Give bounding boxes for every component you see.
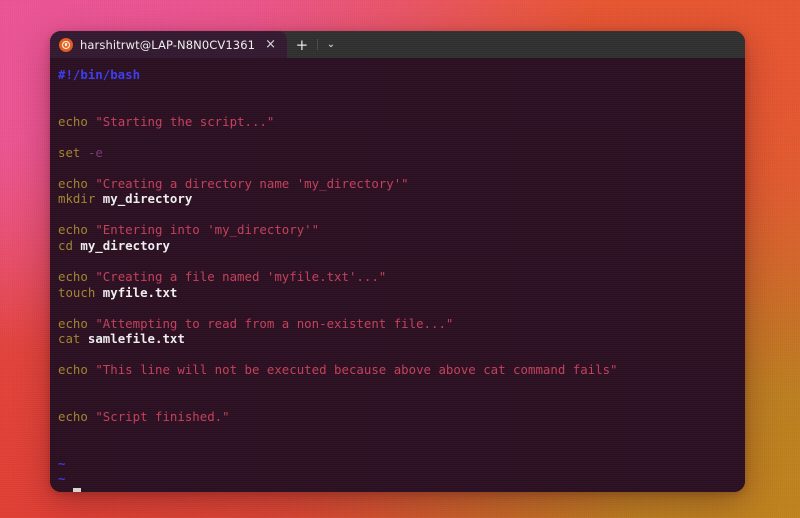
vim-command-line[interactable]: :x xyxy=(58,487,745,492)
code-line: echo "Entering into 'my_directory'" xyxy=(58,222,745,238)
new-tab-icon[interactable]: + xyxy=(287,31,317,58)
code-line: set -e xyxy=(58,145,745,161)
code-line xyxy=(58,425,745,441)
code-token-plain xyxy=(95,285,102,300)
tab-title: harshitrwt@LAP-N8N0CV1361 xyxy=(80,38,255,52)
code-line: cd my_directory xyxy=(58,238,745,254)
code-token-cmd: mkdir xyxy=(58,191,95,206)
code-token-arg: samlefile.txt xyxy=(88,331,185,346)
tilde-icon: ~ xyxy=(58,471,65,486)
code-line: echo "Script finished." xyxy=(58,409,745,425)
code-line: touch myfile.txt xyxy=(58,285,745,301)
vim-command-text: :x xyxy=(58,487,73,492)
code-line xyxy=(58,83,745,99)
code-token-shebang: #!/bin/bash xyxy=(58,67,140,82)
code-line: #!/bin/bash xyxy=(58,67,745,83)
terminal-window: harshitrwt@LAP-N8N0CV1361 × + ⌄ #!/bin/b… xyxy=(50,31,745,492)
tilde-icon: ~ xyxy=(58,456,65,471)
code-token-plain xyxy=(95,191,102,206)
code-line: mkdir my_directory xyxy=(58,191,745,207)
terminal-screen[interactable]: #!/bin/bash echo "Starting the script..."… xyxy=(50,58,745,492)
code-token-plain xyxy=(80,331,87,346)
code-token-flag: -e xyxy=(88,145,103,160)
code-token-builtin: echo xyxy=(58,176,88,191)
code-token-arg: my_directory xyxy=(103,191,193,206)
code-token-cmd: touch xyxy=(58,285,95,300)
code-token-builtin: echo xyxy=(58,114,88,129)
code-token-arg: myfile.txt xyxy=(103,285,178,300)
code-line xyxy=(58,160,745,176)
vim-empty-line-marker: ~ xyxy=(58,471,745,487)
code-token-plain xyxy=(80,145,87,160)
code-token-string: "Attempting to read from a non-existent … xyxy=(95,316,453,331)
code-line xyxy=(58,393,745,409)
terminal-titlebar: harshitrwt@LAP-N8N0CV1361 × + ⌄ xyxy=(50,31,745,58)
code-token-builtin: echo xyxy=(58,269,88,284)
code-line xyxy=(58,129,745,145)
code-line xyxy=(58,347,745,363)
close-icon[interactable]: × xyxy=(262,37,279,53)
code-token-string: "Creating a file named 'myfile.txt'..." xyxy=(95,269,386,284)
code-line xyxy=(58,300,745,316)
code-token-arg: my_directory xyxy=(80,238,170,253)
vim-editor-buffer[interactable]: #!/bin/bash echo "Starting the script..."… xyxy=(54,67,745,492)
code-token-builtin: echo xyxy=(58,316,88,331)
code-line xyxy=(58,254,745,270)
code-token-cmd: cat xyxy=(58,331,80,346)
code-token-string: "Entering into 'my_directory'" xyxy=(95,222,319,237)
code-line xyxy=(58,440,745,456)
code-line: echo "Starting the script..." xyxy=(58,114,745,130)
code-token-string: "Creating a directory name 'my_directory… xyxy=(95,176,408,191)
code-token-builtin: echo xyxy=(58,409,88,424)
code-token-builtin: echo xyxy=(58,362,88,377)
desktop-wallpaper: harshitrwt@LAP-N8N0CV1361 × + ⌄ #!/bin/b… xyxy=(0,0,800,518)
code-line: echo "This line will not be executed bec… xyxy=(58,362,745,378)
code-token-builtin: set xyxy=(58,145,80,160)
code-line: echo "Creating a directory name 'my_dire… xyxy=(58,176,745,192)
code-line xyxy=(58,98,745,114)
chevron-down-icon[interactable]: ⌄ xyxy=(318,31,344,58)
code-line: cat samlefile.txt xyxy=(58,331,745,347)
code-token-cmd: cd xyxy=(58,238,73,253)
code-token-string: "Starting the script..." xyxy=(95,114,274,129)
ubuntu-logo-icon xyxy=(59,38,73,52)
code-token-string: "This line will not be executed because … xyxy=(95,362,617,377)
code-line: echo "Creating a file named 'myfile.txt'… xyxy=(58,269,745,285)
terminal-tab-active[interactable]: harshitrwt@LAP-N8N0CV1361 × xyxy=(50,31,287,58)
code-line xyxy=(58,378,745,394)
code-line xyxy=(58,207,745,223)
code-line: echo "Attempting to read from a non-exis… xyxy=(58,316,745,332)
vim-empty-line-marker: ~ xyxy=(58,456,745,472)
code-token-string: "Script finished." xyxy=(95,409,229,424)
code-token-builtin: echo xyxy=(58,222,88,237)
text-cursor xyxy=(73,488,81,492)
